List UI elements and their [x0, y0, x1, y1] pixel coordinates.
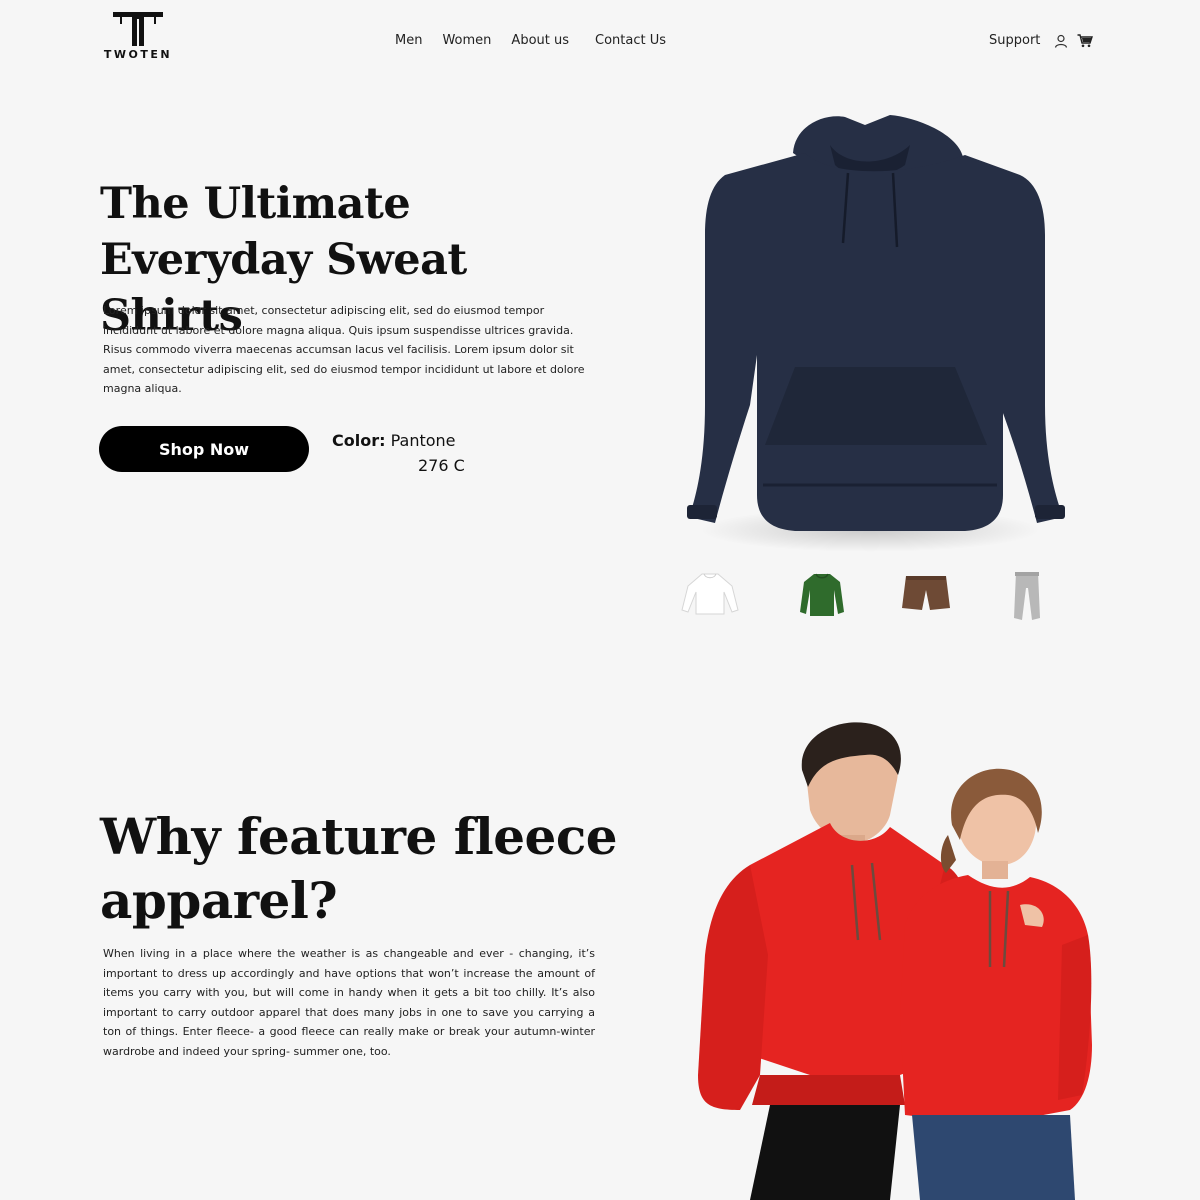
header-utilities: Support — [989, 33, 1102, 48]
nav-men[interactable]: Men — [395, 33, 422, 48]
cart-icon[interactable] — [1077, 33, 1094, 48]
color-variant-thumbnails — [670, 570, 1060, 626]
color-code: 276 C — [418, 456, 465, 475]
support-link[interactable]: Support — [989, 33, 1040, 48]
user-icon[interactable] — [1054, 34, 1068, 48]
shop-now-button[interactable]: Shop Now — [99, 426, 309, 472]
hero-description: Lorem ipsum dolor sit amet, consectetur … — [103, 304, 585, 396]
thumb-grey-sweatpants[interactable] — [1010, 570, 1044, 624]
main-nav: Men Women About us Contact Us — [395, 33, 686, 48]
color-info: Color: Pantone 276 C — [332, 428, 465, 478]
nav-about[interactable]: About us — [511, 33, 569, 48]
fleece-title-line1: Why feature fleece — [100, 807, 618, 866]
hero-title-line1: The Ultimate — [100, 179, 411, 229]
logo-mark-icon — [113, 12, 163, 46]
thumb-brown-shorts[interactable] — [900, 570, 952, 616]
fleece-title-line2: apparel? — [100, 871, 338, 930]
hero-product-image — [665, 105, 1085, 559]
brand-logo[interactable]: TWOTEN — [98, 12, 178, 61]
thumb-green-shirt[interactable] — [798, 570, 846, 620]
fleece-title: Why feature fleece apparel? — [100, 805, 620, 933]
color-name: Pantone — [390, 431, 456, 450]
models-photo — [690, 715, 1110, 1200]
fleece-description: When living in a place where the weather… — [103, 947, 595, 1058]
nav-women[interactable]: Women — [442, 33, 491, 48]
brand-name: TWOTEN — [103, 48, 173, 61]
nav-contact[interactable]: Contact Us — [595, 33, 666, 48]
thumb-white-shirt[interactable] — [680, 570, 740, 618]
color-label: Color: — [332, 431, 386, 450]
